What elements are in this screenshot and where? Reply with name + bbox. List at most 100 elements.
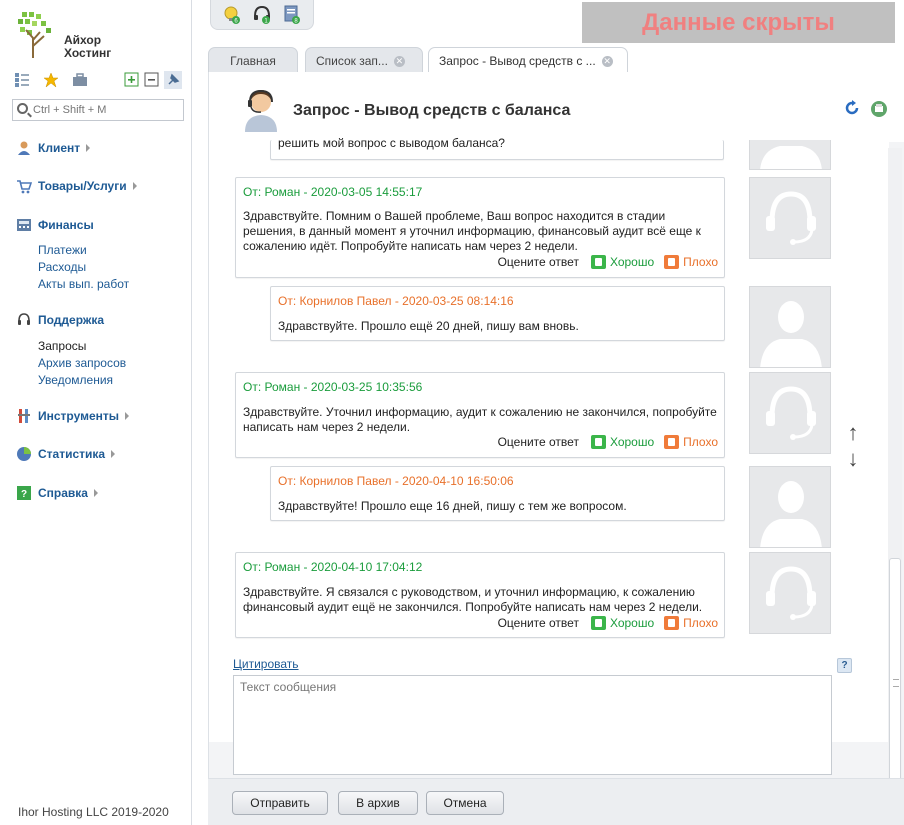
user-silhouette-icon [760, 146, 822, 169]
bulb-notification-icon[interactable]: 6 [222, 5, 242, 25]
rate-good-label: Хорошо [609, 255, 655, 269]
message-client-partial: решить мой вопрос с выводом баланса? [270, 136, 724, 160]
tools-icon [18, 409, 30, 423]
menu-stats[interactable]: Статистика [16, 445, 116, 463]
rate-bad-label: Плохо [683, 255, 718, 269]
expand-all-icon[interactable] [124, 72, 140, 88]
support-operator-icon [245, 89, 277, 132]
rate-good-button[interactable]: Хорошо [590, 616, 654, 630]
message-author: От: Роман - 2020-04-10 17:04:12 [243, 560, 423, 574]
search-input[interactable] [33, 100, 181, 120]
menu-link-acts[interactable]: Акты вып. работ [38, 277, 129, 291]
help-button[interactable]: ? [837, 658, 852, 673]
collapse-all-icon[interactable] [144, 72, 160, 88]
client-avatar [749, 466, 831, 548]
menu-link-payments[interactable]: Платежи [38, 243, 87, 257]
menu-link-notifications[interactable]: Уведомления [38, 373, 113, 387]
search-field[interactable] [12, 99, 184, 121]
menu-goods-label: Товары/Услуги [38, 179, 127, 193]
cart-icon [17, 180, 32, 194]
svg-text:?: ? [21, 489, 27, 500]
rating-label: Оцените ответ [497, 435, 579, 449]
tab-request-label: Запрос - Вывод средств с ... [439, 54, 596, 68]
tab-request[interactable]: Запрос - Вывод средств с ... ✕ [428, 47, 628, 73]
tree-logo-icon [18, 12, 51, 58]
rate-good-label: Хорошо [609, 435, 655, 449]
menu-client[interactable]: Клиент [16, 139, 91, 157]
menu-stats-label: Статистика [38, 447, 106, 461]
menu-link-archive[interactable]: Архив запросов [38, 356, 126, 370]
arrow-up-icon: ↑ [847, 420, 859, 445]
rate-bad-button[interactable]: Плохо [664, 616, 718, 630]
message-author: От: Корнилов Павел - 2020-04-10 16:50:06 [278, 474, 514, 488]
close-tab-icon[interactable]: ✕ [393, 56, 405, 68]
favorites-star-icon[interactable] [43, 72, 59, 88]
cancel-button[interactable]: Отмена [426, 791, 504, 815]
quote-link[interactable]: Цитировать [233, 657, 299, 671]
menu-link-expenses[interactable]: Расходы [38, 260, 86, 274]
staff-avatar [749, 552, 831, 634]
message-text: Здравствуйте. Прошло ещё 20 дней, пишу в… [278, 319, 579, 333]
staff-avatar [749, 372, 831, 454]
thumbs-up-icon [590, 255, 606, 269]
rate-good-button[interactable]: Хорошо [590, 255, 655, 269]
arrow-down-icon: ↓ [847, 446, 859, 471]
message-text: Здравствуйте. Помним о Вашей проблеме, В… [243, 209, 701, 253]
thumbs-down-icon [664, 616, 680, 630]
rating-bar: Оцените ответ Хорошо Плохо [498, 616, 718, 630]
message-staff: От: Роман - 2020-03-05 14:55:17 Здравств… [235, 177, 725, 278]
menu-finance-label: Финансы [38, 218, 94, 232]
menu-tools[interactable]: Инструменты [16, 407, 130, 425]
message-text: Здравствуйте. Уточнил информацию, аудит … [243, 405, 717, 434]
briefcase-icon[interactable] [72, 72, 88, 88]
client-avatar [749, 286, 831, 368]
menu-help[interactable]: ? Справка [16, 484, 98, 502]
quick-icons: 6 1 8 [210, 0, 314, 30]
message-text: Здравствуйте. Я связался с руководством,… [243, 585, 703, 614]
message-client: От: Корнилов Павел - 2020-04-10 16:50:06… [270, 466, 725, 521]
thumbs-up-icon [590, 435, 606, 449]
scrollbar[interactable] [888, 148, 902, 824]
message-author: От: Роман - 2020-03-25 10:35:56 [243, 380, 423, 394]
user-silhouette-icon [760, 301, 822, 367]
message-author: От: Роман - 2020-03-05 14:55:17 [243, 185, 423, 199]
print-icon[interactable] [870, 100, 888, 118]
tree-view-icon[interactable] [14, 72, 30, 88]
resize-arrows[interactable]: ↑ ↓ [845, 420, 861, 475]
rate-bad-button[interactable]: Плохо [664, 435, 718, 449]
help-book-icon: ? [17, 486, 31, 500]
pie-chart-icon [17, 447, 31, 461]
tab-request-list[interactable]: Список зап... ✕ [305, 47, 423, 73]
menu-support[interactable]: Поддержка [16, 311, 104, 329]
menu-goods[interactable]: Товары/Услуги [16, 177, 137, 195]
pin-icon[interactable] [164, 71, 182, 89]
message-staff: От: Роман - 2020-04-10 17:04:12 Здравств… [235, 552, 725, 638]
menu-client-label: Клиент [38, 141, 81, 155]
menu-support-label: Поддержка [38, 313, 105, 327]
headset-icon [18, 313, 30, 325]
document-notification-icon[interactable]: 8 [282, 5, 302, 25]
brand-logo[interactable]: Айхор Хостинг [16, 10, 136, 60]
menu-link-requests[interactable]: Запросы [38, 339, 86, 353]
hidden-data-banner: Данные скрыты [582, 2, 895, 43]
reply-textarea[interactable] [233, 675, 832, 775]
rate-bad-button[interactable]: Плохо [664, 255, 718, 269]
headset-notification-icon[interactable]: 1 [252, 5, 272, 25]
rating-label: Оцените ответ [497, 255, 579, 269]
user-icon [18, 141, 30, 155]
search-icon [17, 103, 28, 114]
chevron-right-icon [125, 412, 130, 420]
sidebar-toolbar [14, 71, 184, 90]
tab-request-list-label: Список зап... [316, 54, 388, 68]
tab-home[interactable]: Главная [208, 47, 298, 73]
hidden-data-text: Данные скрыты [642, 9, 835, 36]
menu-finance[interactable]: Финансы [16, 216, 94, 234]
close-tab-icon[interactable]: ✕ [601, 56, 613, 68]
calculator-icon [17, 219, 31, 231]
refresh-icon[interactable] [844, 100, 860, 116]
copyright: Ihor Hosting LLC 2019-2020 [18, 805, 169, 819]
archive-button[interactable]: В архив [338, 791, 418, 815]
headset-avatar-icon [766, 566, 816, 620]
rate-good-button[interactable]: Хорошо [590, 435, 655, 449]
send-button[interactable]: Отправить [232, 791, 328, 815]
